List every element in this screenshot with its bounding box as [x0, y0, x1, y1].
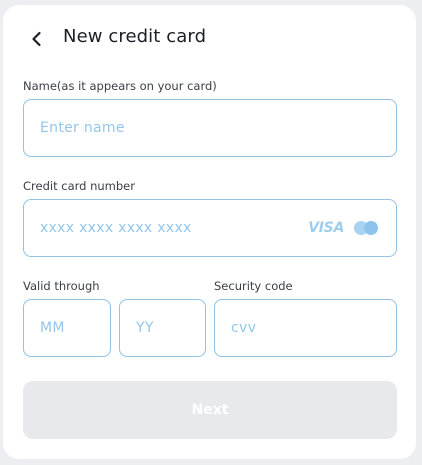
header: New credit card: [3, 5, 416, 69]
security-code-field-wrapper: [214, 299, 397, 357]
expiry-year-input[interactable]: [120, 300, 205, 356]
mastercard-icon: [354, 221, 380, 235]
expiry-year-field-wrapper: [119, 299, 206, 357]
valid-through-label: Valid through: [23, 279, 100, 293]
expiry-month-field-wrapper: [23, 299, 111, 357]
card-number-field-wrapper: VISA: [23, 199, 397, 257]
card-brand-logos: VISA: [308, 219, 380, 237]
chevron-left-icon: [32, 31, 41, 47]
credit-card-form-panel: New credit card Name(as it appears on yo…: [3, 5, 416, 459]
expiry-month-input[interactable]: [24, 300, 110, 356]
card-number-label: Credit card number: [23, 179, 135, 193]
page-title: New credit card: [63, 26, 207, 47]
next-button[interactable]: Next: [23, 381, 397, 439]
name-field-wrapper: [23, 99, 397, 157]
name-input[interactable]: [24, 100, 396, 156]
visa-logo: VISA: [308, 220, 344, 236]
security-code-label: Security code: [214, 279, 293, 293]
name-label: Name(as it appears on your card): [23, 79, 217, 93]
back-button[interactable]: [27, 29, 47, 49]
security-code-input[interactable]: [215, 300, 396, 356]
